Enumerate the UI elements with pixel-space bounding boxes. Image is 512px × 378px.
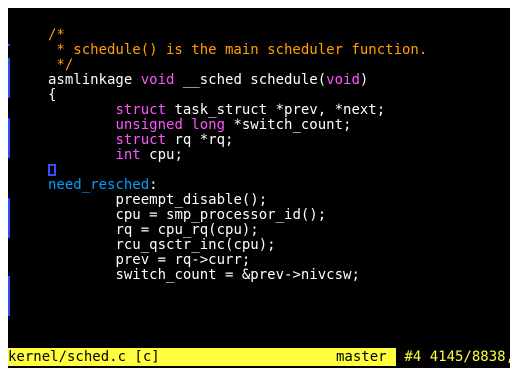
text-cursor xyxy=(48,164,56,176)
code-line[interactable]: switch_count = &prev->nivcsw; xyxy=(48,268,510,283)
status-filename: kernel/sched.c [c] xyxy=(8,348,268,366)
status-line: kernel/sched.c [c] master #4 4145/8838,0… xyxy=(8,348,510,366)
code-line[interactable]: rq = cpu_rq(cpu); xyxy=(48,223,510,238)
code-line[interactable]: need_resched: xyxy=(48,178,510,193)
code-token: ) xyxy=(359,72,369,88)
code-token: *switch_count; xyxy=(225,117,352,133)
code-token: __sched schedule( xyxy=(174,72,327,88)
code-token: struct xyxy=(115,132,167,148)
code-token: int xyxy=(115,147,141,163)
gutter-change-marker xyxy=(8,276,10,316)
git-gutter xyxy=(8,8,48,348)
code-line[interactable]: int cpu; xyxy=(48,148,510,163)
code-token: void xyxy=(140,72,175,88)
code-token: need_resched xyxy=(48,177,150,193)
code-token: void xyxy=(326,72,360,88)
code-line[interactable]: preempt_disable(); xyxy=(48,193,510,208)
code-line[interactable]: unsigned long *switch_count; xyxy=(48,118,510,133)
status-fill xyxy=(268,348,336,366)
code-line[interactable]: struct task_struct *prev, *next; xyxy=(48,103,510,118)
code-line[interactable] xyxy=(48,163,510,178)
code-line[interactable]: rcu_qsctr_inc(cpu); xyxy=(48,238,510,253)
code-token: rq *rq; xyxy=(166,132,234,148)
code-line[interactable]: { xyxy=(48,88,510,103)
code-line[interactable]: prev = rq->curr; xyxy=(48,253,510,268)
code-token: task_struct *prev, *next; xyxy=(166,102,386,118)
gutter-change-marker xyxy=(8,58,10,98)
code-line[interactable]: cpu = smp_processor_id(); xyxy=(48,208,510,223)
code-token: asmlinkage xyxy=(48,72,141,88)
terminal-window[interactable]: /* * schedule() is the main scheduler fu… xyxy=(8,8,510,368)
code-line[interactable]: asmlinkage void __sched schedule(void) xyxy=(48,73,510,88)
code-token: switch_count = &prev->nivcsw; xyxy=(115,267,360,283)
code-token: preempt_disable(); xyxy=(115,192,268,208)
code-token: cpu = smp_processor_id(); xyxy=(115,207,327,223)
code-line[interactable]: struct rq *rq; xyxy=(48,133,510,148)
code-token: rq = cpu_rq(cpu); xyxy=(115,222,259,238)
code-line[interactable]: * schedule() is the main scheduler funct… xyxy=(48,43,510,58)
code-token: struct xyxy=(115,102,167,118)
code-token: : xyxy=(149,177,158,193)
code-token: * schedule() is the main scheduler funct… xyxy=(48,42,428,58)
status-branch: master xyxy=(336,348,396,366)
code-line[interactable]: */ xyxy=(48,58,510,73)
code-line[interactable]: /* xyxy=(48,28,510,43)
code-token: /* xyxy=(48,27,65,43)
code-token: { xyxy=(48,87,57,103)
status-position: #4 4145/8838,0-1 xyxy=(396,348,510,366)
gutter-change-marker xyxy=(8,198,10,238)
code-token: rcu_qsctr_inc(cpu); xyxy=(115,237,276,253)
code-token: cpu; xyxy=(140,147,183,163)
code-token: */ xyxy=(48,57,74,73)
code-buffer[interactable]: /* * schedule() is the main scheduler fu… xyxy=(48,28,510,283)
code-token: prev = rq->curr; xyxy=(115,252,251,268)
gutter-change-marker xyxy=(8,44,10,46)
gutter-change-marker xyxy=(8,118,10,158)
code-token: unsigned long xyxy=(115,117,226,133)
